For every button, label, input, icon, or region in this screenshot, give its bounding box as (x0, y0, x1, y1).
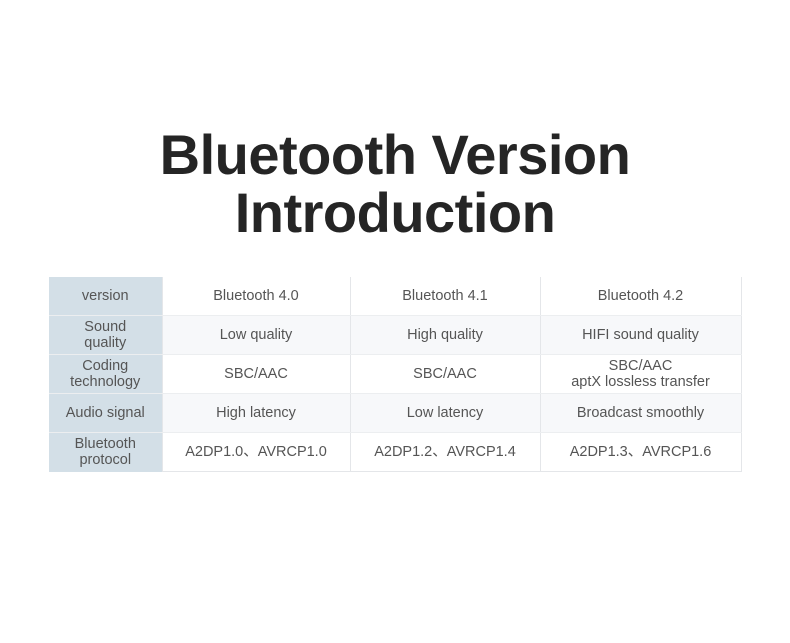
table-row: version Bluetooth 4.0 Bluetooth 4.1 Blue… (49, 277, 742, 316)
cell-bluetooth-protocol-bt41: A2DP1.2、AVRCP1.4 (350, 432, 541, 472)
cell-coding-technology-bt41: SBC/AAC (350, 354, 541, 394)
cell-version-bt41: Bluetooth 4.1 (350, 277, 541, 316)
label-line-1: Coding (82, 358, 129, 374)
label-line-2: quality (84, 335, 127, 351)
cell-sound-quality-bt42: HIFI sound quality (540, 315, 742, 355)
row-label-audio-signal: Audio signal (49, 393, 163, 433)
table-row: Coding technology SBC/AAC SBC/AAC SBC/AA… (49, 354, 742, 394)
spec-table: version Bluetooth 4.0 Bluetooth 4.1 Blue… (49, 277, 742, 472)
table-row: Bluetooth protocol A2DP1.0、AVRCP1.0 A2DP… (49, 432, 742, 472)
cell-sound-quality-bt40: Low quality (162, 315, 351, 355)
label-line-2: protocol (79, 452, 132, 469)
row-label-coding-technology: Coding technology (49, 354, 163, 394)
bluetooth-version-comparison-table: version Bluetooth 4.0 Bluetooth 4.1 Blue… (49, 277, 742, 472)
label-line-1: Bluetooth (74, 436, 136, 453)
cell-text-line-2: aptX lossless transfer (571, 374, 710, 390)
cell-audio-signal-bt42: Broadcast smoothly (540, 393, 742, 433)
cell-bluetooth-protocol-bt40: A2DP1.0、AVRCP1.0 (162, 432, 351, 472)
cell-coding-technology-bt40: SBC/AAC (162, 354, 351, 394)
cell-version-bt40: Bluetooth 4.0 (162, 277, 351, 316)
product-info-page: Bluetooth Version Introduction version B… (0, 0, 790, 643)
cell-text-line-1: Bluetooth 4.2 (597, 288, 684, 304)
page-title-line-2: Introduction (234, 181, 556, 244)
cell-text-line-1: HIFI sound quality (582, 327, 699, 343)
cell-text-line-1: Broadcast smoothly (576, 405, 705, 421)
cell-bluetooth-protocol-bt42: A2DP1.3、AVRCP1.6 (540, 432, 742, 472)
label-line-1: Sound (84, 319, 127, 335)
cell-text-line-1: A2DP1.3、AVRCP1.6 (569, 444, 712, 460)
cell-coding-technology-bt42: SBC/AAC aptX lossless transfer (540, 354, 742, 394)
table-row: Sound quality Low quality High quality H… (49, 315, 742, 355)
cell-text-line-1: SBC/AAC (608, 358, 673, 374)
row-label-sound-quality: Sound quality (49, 315, 163, 355)
cell-audio-signal-bt41: Low latency (350, 393, 541, 433)
row-label-version: version (49, 277, 163, 316)
cell-sound-quality-bt41: High quality (350, 315, 541, 355)
table-row: Audio signal High latency Low latency Br… (49, 393, 742, 433)
cell-version-bt42: Bluetooth 4.2 (540, 277, 742, 316)
row-label-bluetooth-protocol: Bluetooth protocol (49, 432, 163, 472)
label-line-2: technology (70, 374, 141, 390)
page-title-line-1: Bluetooth Version (159, 123, 631, 186)
page-title: Bluetooth Version Introduction (0, 126, 790, 242)
label-line-1: Audio signal (65, 405, 145, 421)
cell-audio-signal-bt40: High latency (162, 393, 351, 433)
